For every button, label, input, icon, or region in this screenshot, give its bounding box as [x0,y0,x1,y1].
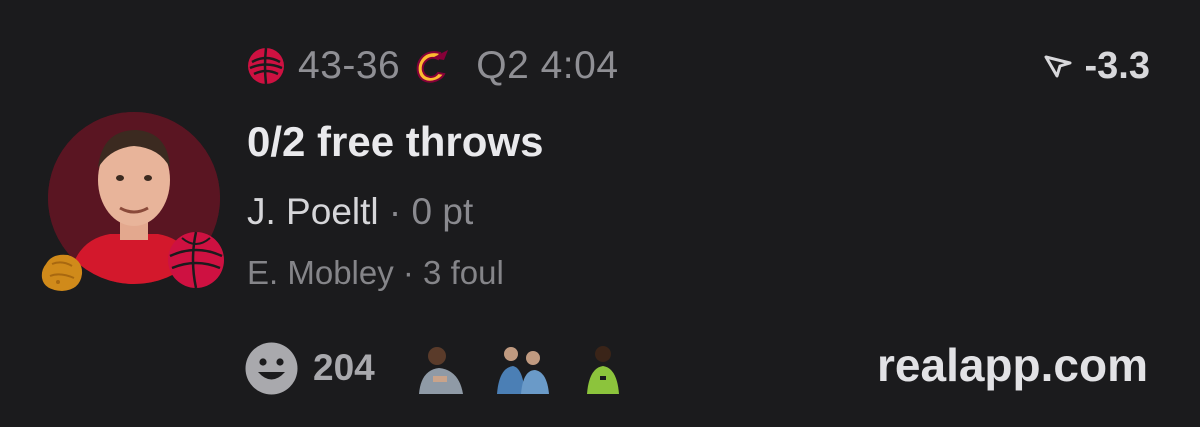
play-title: 0/2 free throws [247,118,544,165]
nugget-badge-icon [41,254,83,291]
game-header: 43-36 Q2 4:04 [244,38,619,94]
play-card[interactable]: 43-36 Q2 4:04 -3.3 0/2 free throws J. Po… [0,0,1200,427]
raptors-logo-icon [248,47,284,85]
arrow-pointer-icon [1044,55,1072,78]
game-clock: Q2 4:04 [476,44,619,87]
spread-value: -3.3 [1084,44,1150,87]
reactor-avatar-3[interactable] [573,342,631,394]
player-avatar-group[interactable] [41,112,228,297]
player-name[interactable]: J. Poeltl [247,191,379,232]
reactions-bar: 204 [244,336,631,400]
player-stat: · 0 pt [388,191,474,232]
brand-link[interactable]: realapp.com [877,338,1148,392]
cavaliers-logo-icon [416,50,449,83]
reaction-count: 204 [313,347,375,388]
smiley-face-icon[interactable] [244,341,299,396]
reactor-avatar-1[interactable] [413,342,471,394]
reactor-avatar-2[interactable] [493,342,551,394]
spread-indicator: -3.3 [1043,40,1150,92]
foul-line: E. Mobley · 3 foul [247,254,504,291]
player-line: J. Poeltl · 0 pt [247,191,473,233]
basketball-badge-icon [168,231,224,289]
game-score: 43-36 [298,44,401,87]
